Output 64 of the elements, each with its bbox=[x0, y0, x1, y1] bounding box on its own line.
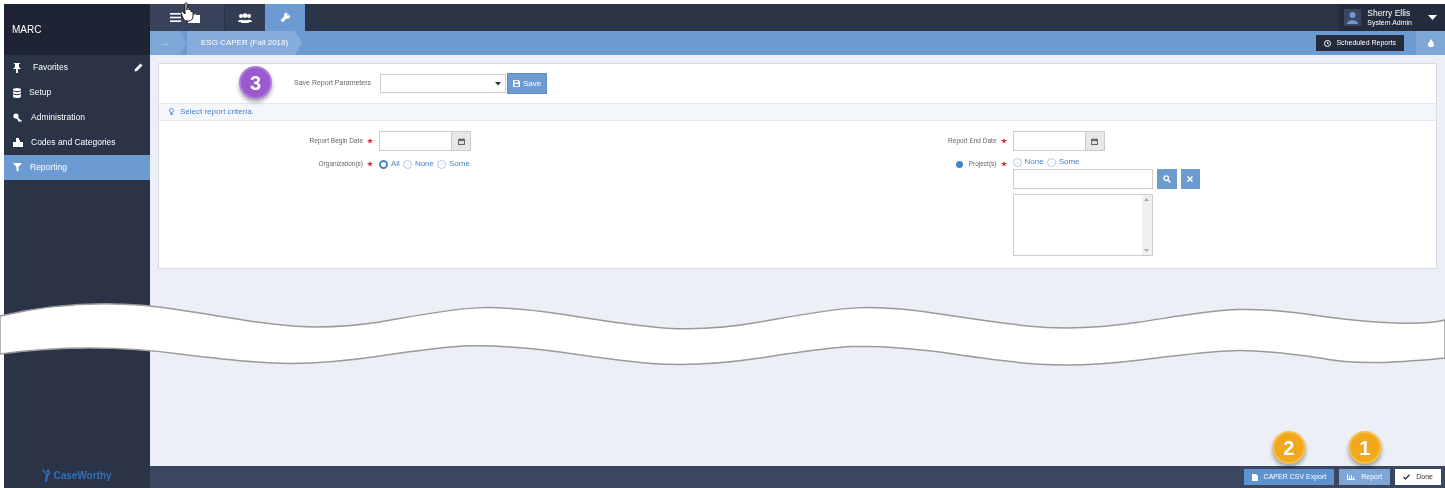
arrow-up-icon bbox=[1144, 198, 1149, 201]
radio-button[interactable] bbox=[402, 159, 412, 169]
radio-label[interactable]: All bbox=[391, 158, 400, 170]
arrow-down-icon bbox=[1144, 249, 1149, 252]
radio-button[interactable] bbox=[437, 159, 446, 169]
step-callout: 2 bbox=[1272, 431, 1306, 464]
radio-label[interactable]: Some bbox=[1058, 156, 1080, 168]
app-title: MARC bbox=[12, 23, 42, 37]
breadcrumb-link[interactable]: ... bbox=[150, 31, 187, 55]
search-button[interactable] bbox=[1156, 169, 1177, 189]
key-icon bbox=[13, 113, 23, 122]
toolbar-tab[interactable] bbox=[150, 4, 186, 31]
save-icon bbox=[513, 80, 520, 87]
pin-icon bbox=[13, 62, 21, 73]
theme-button[interactable] bbox=[1416, 31, 1445, 55]
avatar-icon bbox=[1344, 9, 1362, 26]
save-button[interactable]: Save bbox=[507, 73, 548, 94]
brand-logo: CaseWorthy bbox=[53, 468, 112, 483]
sidebar-item[interactable]: Favorites bbox=[4, 55, 150, 80]
person-logo-icon bbox=[42, 468, 53, 482]
sidebar-item[interactable]: Codes and Categories bbox=[4, 130, 150, 155]
breadcrumb-link[interactable]: ESG CAPER (Fall 2018) bbox=[187, 31, 303, 55]
caret-icon bbox=[495, 81, 501, 86]
date-field[interactable] bbox=[1012, 131, 1086, 151]
clock-icon bbox=[1324, 39, 1332, 47]
toolbar-tab[interactable] bbox=[225, 4, 265, 31]
hint-text: Select report criteria. bbox=[180, 106, 254, 118]
document-icon bbox=[1251, 473, 1258, 481]
calendar-icon bbox=[1091, 137, 1098, 145]
project-list[interactable] bbox=[1012, 194, 1153, 256]
sidebar-item[interactable]: Administration bbox=[4, 105, 150, 130]
search-field[interactable] bbox=[1012, 169, 1153, 189]
radio-button[interactable] bbox=[1012, 157, 1022, 167]
close-icon bbox=[1187, 176, 1193, 182]
calendar-icon bbox=[457, 137, 465, 145]
parameters-dropdown[interactable] bbox=[380, 74, 506, 93]
database-icon bbox=[13, 87, 21, 98]
search-icon bbox=[1162, 175, 1171, 183]
users-icon bbox=[238, 12, 252, 23]
drop-icon bbox=[1427, 39, 1434, 47]
scrollbar[interactable] bbox=[1141, 195, 1152, 255]
toolbar-tab[interactable] bbox=[186, 4, 224, 31]
lightbulb-icon bbox=[169, 108, 174, 116]
radio-label[interactable]: None bbox=[414, 158, 434, 170]
clear-button[interactable] bbox=[1180, 169, 1200, 189]
bar-chart-icon bbox=[1347, 474, 1356, 480]
radio-label[interactable]: Some bbox=[449, 158, 470, 170]
puzzle-icon bbox=[13, 138, 23, 147]
date-field[interactable] bbox=[379, 131, 452, 151]
step-callout: 3 bbox=[239, 66, 272, 99]
caret-icon bbox=[1428, 14, 1437, 21]
check-icon bbox=[1403, 474, 1411, 480]
wrench-icon bbox=[279, 12, 291, 23]
calendar-button[interactable] bbox=[452, 131, 471, 151]
sidebar-item[interactable]: Reporting bbox=[4, 155, 150, 180]
radio-button[interactable] bbox=[1046, 157, 1056, 167]
sidebar-item[interactable]: Setup bbox=[4, 80, 150, 105]
menu-icon bbox=[170, 13, 181, 22]
user-name: Sherry Ellis bbox=[1367, 9, 1412, 18]
hand-cursor-icon bbox=[180, 2, 196, 22]
radio-button[interactable] bbox=[379, 159, 388, 169]
filter-icon bbox=[13, 163, 22, 172]
step-callout: 1 bbox=[1348, 431, 1382, 464]
radio-label[interactable]: None bbox=[1024, 156, 1044, 168]
